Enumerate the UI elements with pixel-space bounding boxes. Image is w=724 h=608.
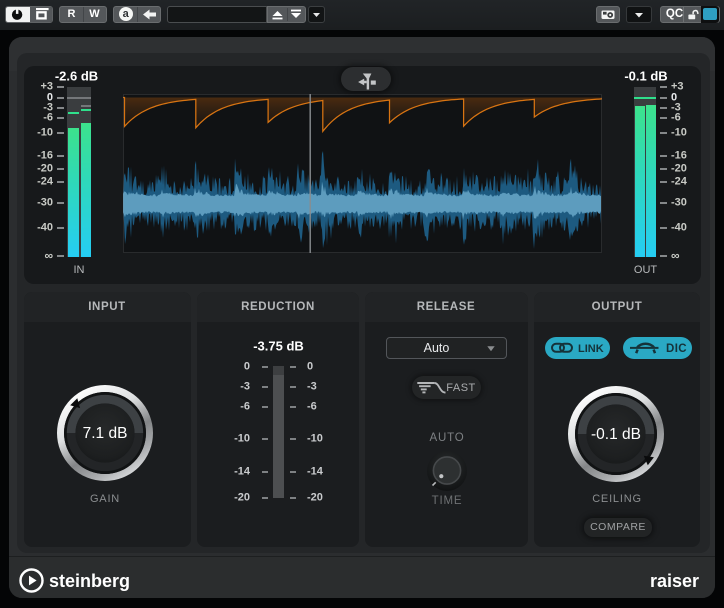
svg-text:LINK: LINK	[578, 343, 604, 355]
svg-text:DIC: DIC	[666, 343, 687, 355]
svg-text:7.1 dB: 7.1 dB	[82, 425, 127, 442]
svg-text:-0.1 dB: -0.1 dB	[591, 426, 641, 443]
